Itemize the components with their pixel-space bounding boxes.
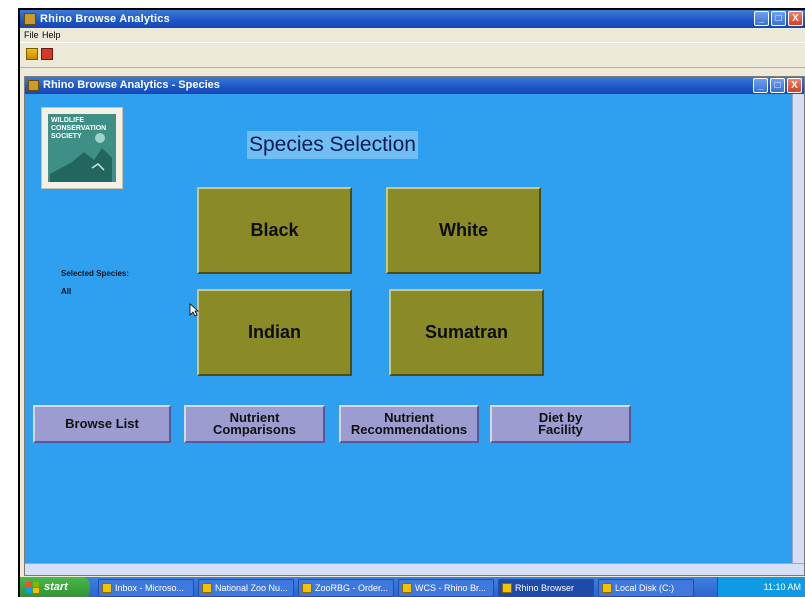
wcs-logo: WILDLIFE CONSERVATION SOCIETY (41, 107, 123, 189)
window-controls: _ □ X (754, 11, 803, 26)
vertical-scrollbar[interactable] (792, 94, 804, 575)
child-window-controls: _ □ X (753, 78, 802, 93)
mouse-cursor-icon (189, 303, 199, 317)
taskbar-item-local-disk[interactable]: Local Disk (C:) (598, 579, 694, 597)
taskbar-item-inbox[interactable]: Inbox - Microso... (98, 579, 194, 597)
logo-line-1: WILDLIFE (51, 117, 85, 124)
app-title: Rhino Browse Analytics (40, 13, 170, 25)
menu-bar: File Help (20, 28, 805, 42)
logo-line-3: SOCIETY (51, 133, 82, 140)
exit-icon[interactable] (41, 48, 53, 60)
selected-species-label: Selected Species: (61, 269, 130, 278)
windows-logo-icon (26, 582, 39, 593)
child-close-button[interactable]: X (787, 78, 802, 93)
taskbar-item-rhino-browser[interactable]: Rhino Browser (498, 579, 594, 597)
start-button[interactable]: start (20, 577, 90, 597)
child-minimize-button[interactable]: _ (753, 78, 768, 93)
child-app-icon (28, 80, 39, 91)
species-black-button[interactable]: Black (197, 187, 352, 274)
chart-icon[interactable] (26, 48, 38, 60)
application-window: Rhino Browse Analytics _ □ X File Help R… (18, 8, 805, 597)
rhino-app-icon (502, 583, 512, 593)
disk-icon (602, 583, 612, 593)
browse-list-button[interactable]: Browse List (33, 405, 171, 443)
document-icon (202, 583, 212, 593)
word-icon (402, 583, 412, 593)
page-title: Species Selection (247, 131, 418, 159)
species-indian-button[interactable]: Indian (197, 289, 352, 376)
nutrient-comparisons-button[interactable]: Nutrient Comparisons (184, 405, 325, 443)
windows-taskbar: start Inbox - Microso... National Zoo Nu… (20, 577, 805, 597)
app-icon (24, 13, 36, 25)
system-tray: 11:10 AM (717, 577, 805, 597)
taskbar-item-wcs-rhino[interactable]: WCS - Rhino Br... (398, 579, 494, 597)
nutrient-comparisons-line-2: Comparisons (212, 422, 297, 437)
child-title: Rhino Browse Analytics - Species (43, 79, 220, 91)
toolbar (20, 42, 805, 68)
species-window: Rhino Browse Analytics - Species _ □ X W… (24, 76, 805, 576)
taskbar-item-zoorbg[interactable]: ZooRBG - Order... (298, 579, 394, 597)
menu-file[interactable]: File (24, 30, 39, 40)
maximize-button[interactable]: □ (771, 11, 786, 26)
menu-help[interactable]: Help (42, 30, 61, 40)
close-button[interactable]: X (788, 11, 803, 26)
app-title-bar[interactable]: Rhino Browse Analytics _ □ X (20, 10, 805, 28)
nutrient-recommendations-button[interactable]: Nutrient Recommendations (339, 405, 479, 443)
diet-by-facility-line-2: Facility (538, 422, 583, 437)
nutrient-recommendations-line-2: Recommendations (350, 422, 468, 437)
minimize-button[interactable]: _ (754, 11, 769, 26)
child-title-bar[interactable]: Rhino Browse Analytics - Species _ □ X (25, 77, 804, 94)
species-sumatran-button[interactable]: Sumatran (389, 289, 544, 376)
horizontal-scrollbar[interactable] (25, 563, 804, 575)
logo-line-2: CONSERVATION (51, 125, 107, 132)
start-label: start (44, 581, 68, 593)
species-white-button[interactable]: White (386, 187, 541, 274)
browser-icon (302, 583, 312, 593)
logo-text: WILDLIFE CONSERVATION SOCIETY (51, 117, 106, 141)
selected-species-value: All (61, 287, 72, 296)
child-maximize-button[interactable]: □ (770, 78, 785, 93)
browse-list-label: Browse List (65, 416, 139, 431)
clock: 11:10 AM (763, 582, 801, 592)
mail-icon (102, 583, 112, 593)
taskbar-item-national-zoo[interactable]: National Zoo Nu... (198, 579, 294, 597)
diet-by-facility-button[interactable]: Diet by Facility (490, 405, 631, 443)
